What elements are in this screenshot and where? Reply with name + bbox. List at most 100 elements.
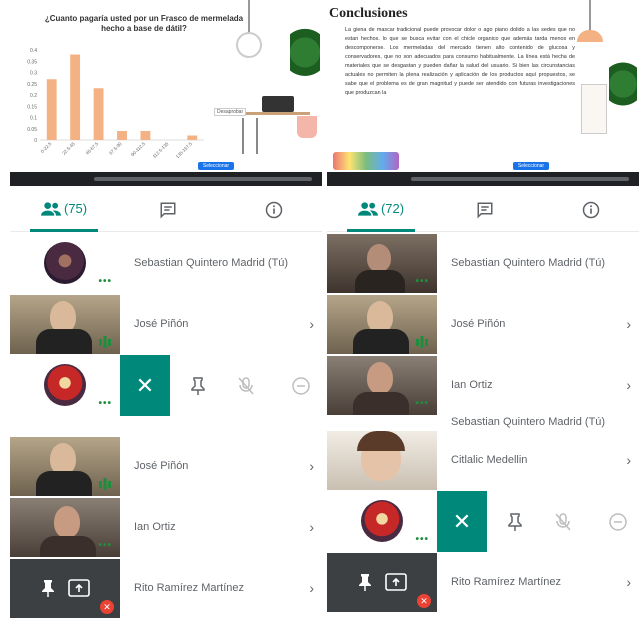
participant-video <box>54 506 80 538</box>
participant-row[interactable]: ••• Sebastian Quintero Madrid (Tú) <box>327 233 639 294</box>
more-options-dots[interactable]: ••• <box>98 276 112 287</box>
participant-row[interactable]: ✕ Rito Ramírez Martínez › <box>10 558 322 619</box>
pin-icon[interactable] <box>190 355 206 416</box>
x-tick-label: 112.5-135 <box>152 141 170 159</box>
remove-icon[interactable] <box>609 491 627 552</box>
participant-body <box>36 471 92 496</box>
chevron-right-icon[interactable]: › <box>309 497 314 558</box>
y-tick-label: 0 <box>34 138 37 144</box>
tab-people[interactable]: (72) <box>347 188 415 232</box>
y-tick-label: 0.1 <box>30 116 37 122</box>
participant-count: (75) <box>63 201 88 216</box>
participant-row[interactable]: José Piñón › <box>10 436 322 497</box>
pin-icon[interactable] <box>40 579 56 597</box>
bar <box>70 54 81 140</box>
tab-info[interactable] <box>565 188 617 232</box>
participant-row[interactable]: ••• ✕ <box>327 491 639 552</box>
avatar <box>44 364 86 406</box>
speaking-icon <box>99 336 111 348</box>
participant-row[interactable]: ••• Sebastian Quintero Madrid (Tú) ✕ <box>10 355 322 416</box>
participant-row[interactable]: José Piñón › <box>327 294 639 355</box>
x-tick-label: 45-67.5 <box>85 141 100 156</box>
left-phone-screenshot: ¿Cuanto pagaría usted por un Frasco de m… <box>10 0 322 620</box>
plant-pot <box>297 116 317 138</box>
participant-row[interactable]: ✕ Rito Ramírez Martínez › <box>327 552 639 613</box>
chevron-right-icon[interactable]: › <box>626 430 631 491</box>
slide-title: ¿Cuanto pagaría usted por un Frasco de m… <box>44 14 244 33</box>
mic-off-icon[interactable] <box>238 355 254 416</box>
more-options-dots[interactable]: ••• <box>415 534 429 545</box>
tab-people[interactable]: (75) <box>30 188 98 232</box>
participant-row[interactable]: Citlalic Medellin › <box>327 430 639 491</box>
participant-name: Citlalic Medellin <box>451 454 528 466</box>
participant-name: Rito Ramírez Martínez <box>134 582 245 594</box>
present-icon[interactable] <box>385 573 407 591</box>
participant-name: José Piñón <box>451 318 506 330</box>
participant-hair <box>357 431 405 451</box>
avatar <box>44 242 86 284</box>
x-tick-label: 22.5-45 <box>61 141 76 156</box>
bar <box>140 131 151 140</box>
lamp-shade <box>577 30 603 42</box>
pin-icon[interactable] <box>507 491 523 552</box>
bar <box>93 88 104 140</box>
participant-tile <box>10 295 120 354</box>
more-options-dots[interactable]: ••• <box>98 540 112 551</box>
x-tick-label: 0-22.5 <box>40 141 53 154</box>
laptop-illustration <box>262 96 294 112</box>
participant-row[interactable]: Sebastian Quintero Madrid (Tú) <box>327 416 639 430</box>
lamp-shade <box>236 32 262 58</box>
slide-title: Conclusiones <box>329 6 408 21</box>
tab-info[interactable] <box>248 188 300 232</box>
participant-tile: ✕ <box>10 559 120 618</box>
select-button[interactable]: Seleccionar <box>198 162 234 170</box>
select-button[interactable]: Seleccionar <box>513 162 549 170</box>
participant-list: ••• Sebastian Quintero Madrid (Tú) José … <box>10 233 322 619</box>
participant-name: Sebastian Quintero Madrid (Tú) <box>134 257 289 269</box>
present-icon[interactable] <box>68 579 90 597</box>
desk-illustration <box>240 112 310 115</box>
chevron-right-icon[interactable]: › <box>309 294 314 355</box>
people-icon <box>40 201 61 216</box>
close-icon[interactable]: ✕ <box>120 355 170 416</box>
chevron-right-icon[interactable]: › <box>626 552 631 613</box>
remove-icon[interactable] <box>292 355 310 416</box>
participant-tile: ••• <box>327 492 437 551</box>
lamp-illustration <box>248 0 250 34</box>
participant-list: ••• Sebastian Quintero Madrid (Tú) José … <box>327 233 639 613</box>
chevron-right-icon[interactable]: › <box>626 355 631 416</box>
participant-name: Ian Ortiz <box>134 521 176 533</box>
participant-row[interactable]: ••• Sebastian Quintero Madrid (Tú) <box>10 233 322 294</box>
participant-body <box>353 392 409 415</box>
lamp-illustration <box>589 0 591 30</box>
slide-toolbar <box>327 172 639 186</box>
participant-name: Rito Ramírez Martínez <box>451 576 562 588</box>
more-options-dots[interactable]: ••• <box>98 398 112 409</box>
pin-icon[interactable] <box>357 573 373 591</box>
participant-tile <box>10 437 120 496</box>
info-icon <box>582 201 600 219</box>
right-phone-screenshot: Conclusiones La giena de mascar tradicio… <box>327 0 639 620</box>
participant-row[interactable]: José Piñón › <box>10 294 322 355</box>
more-options-dots[interactable]: ••• <box>415 276 429 287</box>
shelf-illustration <box>581 84 607 134</box>
presentation-slide: ¿Cuanto pagaría usted por un Frasco de m… <box>10 0 322 186</box>
participant-tile: ••• <box>327 356 437 415</box>
participant-name: José Piñón <box>134 460 189 472</box>
speaking-icon <box>99 478 111 490</box>
chevron-right-icon[interactable]: › <box>309 558 314 619</box>
people-icon <box>357 201 378 216</box>
participant-row[interactable]: ••• Ian Ortiz › <box>10 497 322 558</box>
participant-action-bar: ✕ <box>437 491 639 552</box>
close-icon[interactable]: ✕ <box>437 491 487 552</box>
y-tick-label: 0.2 <box>30 93 37 99</box>
chevron-right-icon[interactable]: › <box>309 436 314 497</box>
chevron-right-icon[interactable]: › <box>626 294 631 355</box>
more-options-dots[interactable]: ••• <box>415 398 429 409</box>
tab-chat[interactable] <box>142 188 194 232</box>
mic-off-icon[interactable] <box>555 491 571 552</box>
participant-tile: ••• <box>10 234 120 293</box>
info-icon <box>265 201 283 219</box>
tab-chat[interactable] <box>459 188 511 232</box>
slide-toolbar <box>10 172 322 186</box>
